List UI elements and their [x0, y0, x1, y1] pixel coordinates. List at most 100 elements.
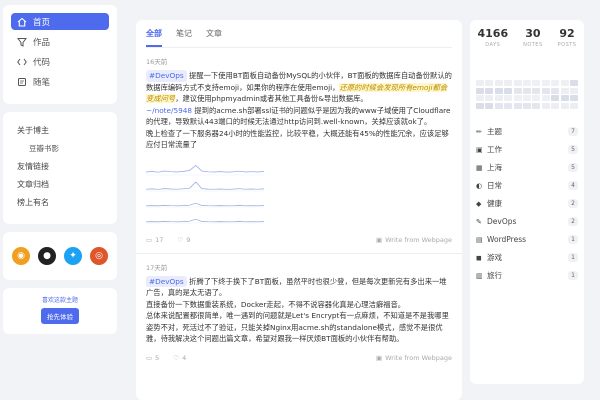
nav-item-code[interactable]: 代码	[11, 53, 109, 70]
heatmap-cell	[494, 102, 503, 109]
theme-promo-text: 喜欢这款主题	[41, 297, 78, 304]
link-honors[interactable]: 榜上有名	[11, 194, 109, 212]
comment-count-value: 17	[155, 235, 164, 244]
comment-count[interactable]: ▭ 5	[146, 354, 159, 362]
heatmap-cell	[485, 80, 494, 86]
category-item[interactable]: ◆ 健康 2	[476, 195, 578, 213]
twitter-icon[interactable]: ✦	[64, 247, 82, 265]
heatmap-cell	[551, 87, 560, 94]
category-name: WordPress	[487, 235, 527, 244]
category-item[interactable]: ✏ 主题 7	[476, 123, 578, 141]
like-count-value: 9	[186, 235, 191, 244]
tag-devops[interactable]: #DevOps	[146, 275, 187, 287]
tab-notes[interactable]: 笔记	[176, 28, 192, 39]
nav-item-label: 代码	[33, 57, 51, 68]
link-douban[interactable]: 豆瓣书影	[11, 140, 109, 158]
category-list: ✏ 主题 7 ▣ 工作 5 ▦ 上海 5 ◐ 日常 4 ◆ 健康 2 ✎ DevOps 2 ▤ WordPress 1 ◼…	[470, 123, 584, 285]
category-item[interactable]: ▥ 旅行 1	[476, 267, 578, 285]
post-text: 晚上检查了一下服务器24小时的性能监控，比较平稳，大概还能有45%的性能冗余，应…	[146, 128, 449, 150]
heatmap-cell	[476, 80, 484, 86]
tab-articles[interactable]: 文章	[206, 28, 222, 39]
weibo-icon[interactable]: ◎	[90, 247, 108, 265]
category-icon: ▤	[476, 235, 483, 244]
heatmap-cell	[551, 80, 560, 86]
category-count: 1	[568, 271, 578, 280]
heatmap-cell	[485, 102, 494, 109]
heatmap-cell	[513, 80, 522, 86]
theme-promo: 喜欢这款主题 抢先体验	[3, 288, 117, 334]
nav-item-works[interactable]: 作品	[11, 33, 109, 50]
category-item[interactable]: ▣ 工作 5	[476, 141, 578, 159]
category-item[interactable]: ◐ 日常 4	[476, 177, 578, 195]
category-count: 5	[568, 163, 578, 172]
heatmap-cell	[476, 102, 484, 109]
category-name: 健康	[487, 199, 502, 208]
try-theme-button[interactable]: 抢先体验	[41, 308, 79, 324]
category-count: 2	[568, 217, 578, 226]
about-links: 关于博主 豆瓣书影 友情链接 文章归档 榜上有名	[3, 112, 117, 224]
heatmap-cell	[541, 87, 550, 94]
note-link[interactable]: ~/note/5948	[146, 106, 192, 115]
category-icon: ◐	[476, 181, 483, 190]
chart-series-line	[145, 164, 265, 173]
heatmap-cell	[494, 87, 503, 94]
heatmap-cell	[504, 95, 513, 101]
stat-label: NOTES	[523, 42, 543, 48]
stat-value: 4166	[477, 27, 509, 40]
chart-series-line	[145, 202, 265, 206]
category-item[interactable]: ◼ 游戏 1	[476, 249, 578, 267]
link-friends[interactable]: 友情链接	[11, 158, 109, 176]
heatmap-cell	[541, 80, 550, 86]
category-item[interactable]: ▤ WordPress 1	[476, 231, 578, 249]
heatmap-cell	[551, 102, 560, 109]
social-links: ◉ ● ✦ ◎	[3, 232, 117, 280]
category-item[interactable]: ▦ 上海 5	[476, 159, 578, 177]
github-icon[interactable]: ●	[38, 247, 56, 265]
category-item[interactable]: ✎ DevOps 2	[476, 213, 578, 231]
stat-value: 30	[525, 27, 541, 40]
category-icon: ▣	[476, 145, 483, 154]
comment-count[interactable]: ▭ 17	[146, 236, 163, 244]
performance-chart	[145, 164, 265, 223]
heatmap-cell	[532, 87, 541, 94]
heatmap-cell	[541, 95, 550, 101]
category-icon: ◆	[476, 199, 482, 208]
stat-label: DAYS	[485, 42, 501, 48]
web-icon: ▣	[376, 235, 383, 244]
tab-all[interactable]: 全部	[146, 28, 162, 47]
nav-item-label: 作品	[33, 37, 51, 48]
heatmap-cell	[570, 87, 578, 94]
post-source-label: Write from Webpage	[385, 353, 452, 362]
post-time: 17天前	[146, 263, 168, 272]
chart-series-line	[145, 180, 265, 190]
link-about[interactable]: 关于博主	[11, 122, 109, 140]
nav-item-notes[interactable]: 随笔	[11, 73, 109, 90]
like-count[interactable]: ♡ 9	[177, 236, 190, 244]
post-text: ，建议使用phpmyadmin或者其他工具备份&导出数据库。	[175, 94, 368, 103]
heatmap-cell	[532, 102, 541, 109]
heatmap-cell	[570, 95, 578, 101]
nav-item-home[interactable]: 首页	[11, 13, 109, 30]
post-body: #DevOps 提醒一下使用BT面板自动备份MySQL的小伙伴，BT面板的数据库…	[146, 70, 452, 151]
category-icon: ✏	[476, 127, 482, 136]
post-text: 直接备份一下数据重装系统，Docker走起，不得不说容器化真是心理洁癖福音。	[146, 299, 406, 309]
post-meta: ▭ 5 ♡ 4 ▣ Write from Webpage	[146, 349, 452, 367]
stats-row: 4166 DAYS 30 NOTES 92 POSTS	[470, 20, 584, 60]
heatmap-cell	[523, 80, 531, 86]
tag-devops[interactable]: #DevOps	[146, 70, 187, 82]
comment-count-value: 5	[155, 353, 160, 362]
activity-heatmap	[476, 80, 578, 109]
heatmap-cell	[523, 87, 531, 94]
category-name: 主题	[487, 127, 502, 136]
like-count[interactable]: ♡ 4	[173, 354, 186, 362]
link-archive[interactable]: 文章归档	[11, 176, 109, 194]
heatmap-cell	[504, 102, 513, 109]
post-source: ▣ Write from Webpage	[376, 354, 452, 362]
heatmap-cell	[551, 95, 560, 101]
category-icon: ◼	[476, 253, 482, 262]
heatmap-cell	[494, 80, 503, 86]
heart-icon: ♡	[173, 353, 180, 362]
heatmap-cell	[570, 80, 578, 86]
rss-icon[interactable]: ◉	[12, 247, 30, 265]
category-icon: ▥	[476, 271, 483, 280]
